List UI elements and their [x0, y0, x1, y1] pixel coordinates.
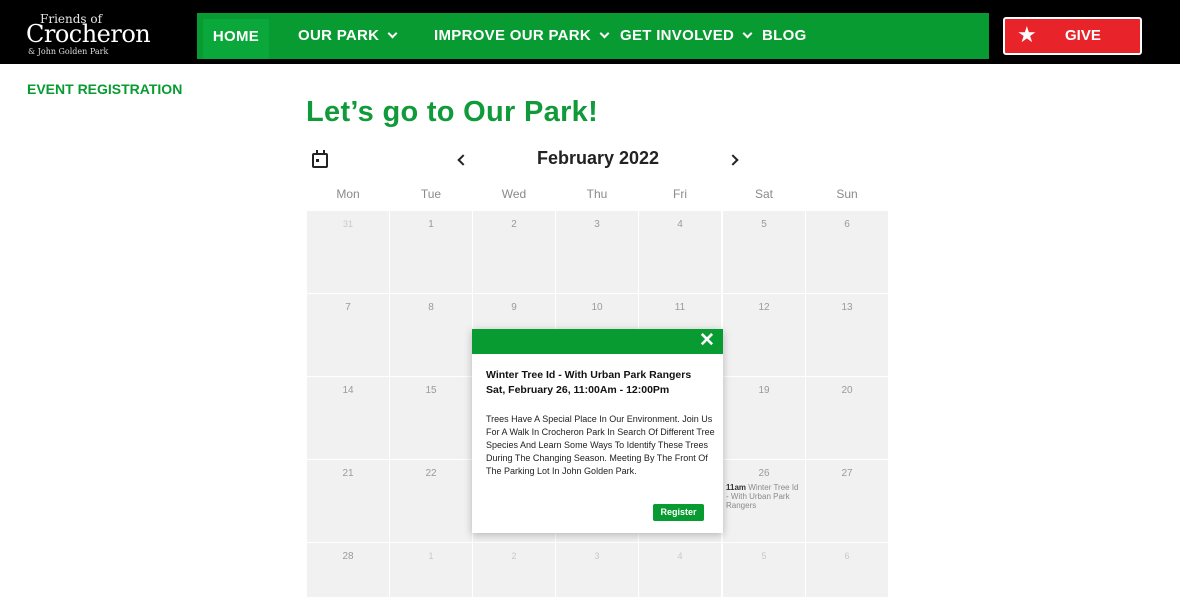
calendar-day-cell[interactable]: 1 — [390, 543, 472, 597]
nav-improve-our-park[interactable]: IMPROVE OUR PARK — [434, 13, 610, 59]
day-number: 11 — [674, 302, 686, 313]
weekday-header: Sun — [836, 187, 858, 201]
calendar-day-cell[interactable]: 14 — [307, 377, 389, 459]
close-icon[interactable]: ✕ — [697, 330, 717, 352]
weekday-header: Thu — [586, 187, 608, 201]
calendar-day-cell[interactable]: 3 — [556, 211, 638, 293]
calendar-day-cell[interactable]: 1 — [390, 211, 472, 293]
chevron-down-icon — [742, 28, 753, 39]
day-number: 3 — [594, 551, 600, 561]
day-number: 2 — [511, 551, 517, 561]
nav-blog-label: BLOG — [762, 27, 807, 44]
calendar-day-cell[interactable]: 2 — [473, 211, 555, 293]
site-logo[interactable]: Friends of Crocheron & John Golden Park — [26, 10, 151, 58]
day-number: 4 — [677, 219, 683, 230]
calendar-day-cell[interactable]: 4 — [639, 211, 721, 293]
day-number: 20 — [841, 385, 853, 396]
calendar-icon[interactable] — [312, 150, 328, 168]
nav-home-label: HOME — [212, 28, 260, 45]
day-number: 26 — [758, 468, 770, 479]
main-nav: HOME OUR PARK IMPROVE OUR PARK GET INVOL… — [197, 13, 989, 59]
calendar-day-cell[interactable]: 15 — [390, 377, 472, 459]
chevron-right-icon[interactable] — [727, 153, 742, 167]
event-time: 11am — [726, 483, 747, 492]
nav-get-involved[interactable]: GET INVOLVED — [620, 13, 753, 59]
chevron-down-icon — [387, 28, 398, 39]
day-number: 8 — [428, 302, 434, 313]
day-number: 1 — [428, 219, 434, 230]
calendar-day-cell[interactable]: 4 — [639, 543, 721, 597]
day-number: 27 — [841, 468, 853, 479]
calendar-day-cell[interactable]: 6 — [806, 543, 888, 597]
day-number: 4 — [677, 551, 683, 561]
day-number: 3 — [594, 219, 600, 230]
nav-blog[interactable]: BLOG — [762, 13, 807, 59]
day-number: 7 — [345, 302, 351, 313]
calendar-day-cell[interactable]: 21 — [307, 460, 389, 542]
calendar-day-cell[interactable]: 26 11am Winter Tree Id - With Urban Park … — [723, 460, 805, 542]
day-number: 6 — [844, 551, 850, 561]
calendar-day-cell[interactable]: 22 — [390, 460, 472, 542]
calendar-day-cell[interactable]: 7 — [307, 294, 389, 376]
day-number: 13 — [841, 302, 853, 313]
star-icon: ★ — [1017, 23, 1037, 48]
weekday-header: Tue — [420, 187, 442, 201]
weekday-header: Fri — [673, 187, 687, 201]
chevron-down-icon — [599, 28, 610, 39]
weekday-header: Sat — [754, 187, 773, 201]
calendar-day-cell[interactable]: 12 — [723, 294, 805, 376]
logo-line-2: Crocheron — [26, 20, 151, 48]
calendar-day-cell[interactable]: 27 — [806, 460, 888, 542]
day-number: 10 — [591, 302, 603, 313]
calendar-day-cell[interactable]: 19 — [723, 377, 805, 459]
calendar-day-cell[interactable]: 31 — [307, 211, 389, 293]
day-number: 19 — [758, 385, 770, 396]
event-popup: ✕ Winter Tree Id - With Urban Park Range… — [472, 329, 723, 533]
nav-our-park-label: OUR PARK — [298, 27, 380, 44]
event-registration-link[interactable]: EVENT REGISTRATION — [27, 81, 182, 97]
calendar-event-entry[interactable]: 11am Winter Tree Id - With Urban Park Ra… — [726, 483, 800, 510]
nav-improve-label: IMPROVE OUR PARK — [434, 27, 592, 44]
popup-event-date: Sat, February 26, 11:00Am - 12:00Pm — [486, 384, 670, 396]
month-label: February 2022 — [536, 148, 660, 168]
weekday-header: Mon — [336, 187, 360, 201]
popup-header-bar — [472, 329, 723, 354]
day-number: 5 — [761, 551, 767, 561]
day-number: 15 — [425, 385, 437, 396]
day-number: 6 — [844, 219, 850, 230]
calendar-day-cell[interactable]: 8 — [390, 294, 472, 376]
day-number: 1 — [428, 551, 434, 561]
day-number: 12 — [758, 302, 770, 313]
nav-our-park[interactable]: OUR PARK — [298, 13, 398, 59]
calendar-day-cell[interactable]: 20 — [806, 377, 888, 459]
nav-get-involved-label: GET INVOLVED — [620, 27, 735, 44]
calendar-day-cell[interactable]: 28 — [307, 543, 389, 597]
calendar-day-cell[interactable]: 5 — [723, 211, 805, 293]
popup-event-description: Trees Have A Special Place In Our Enviro… — [486, 414, 715, 476]
register-button[interactable]: Register — [653, 504, 704, 521]
calendar-day-cell[interactable]: 5 — [723, 543, 805, 597]
calendar-day-cell[interactable]: 13 — [806, 294, 888, 376]
weekday-header: Wed — [501, 187, 527, 201]
nav-home[interactable]: HOME — [203, 19, 269, 59]
day-number: 28 — [342, 551, 354, 562]
day-number: 2 — [511, 219, 517, 230]
give-button[interactable]: ★ GIVE — [1003, 17, 1142, 55]
chevron-left-icon[interactable] — [455, 153, 469, 167]
popup-event-title: Winter Tree Id - With Urban Park Rangers — [486, 369, 692, 381]
day-number: 31 — [342, 219, 353, 229]
calendar-day-cell[interactable]: 2 — [473, 543, 555, 597]
calendar-day-cell[interactable]: 6 — [806, 211, 888, 293]
day-number: 5 — [761, 219, 767, 230]
site-header: Friends of Crocheron & John Golden Park … — [0, 0, 1180, 64]
day-number: 14 — [342, 385, 354, 396]
day-number: 21 — [342, 468, 354, 479]
give-label: GIVE — [1065, 27, 1101, 44]
day-number: 22 — [425, 468, 437, 479]
page-title: Let’s go to Our Park! — [306, 96, 599, 128]
calendar-day-cell[interactable]: 3 — [556, 543, 638, 597]
day-number: 9 — [511, 302, 517, 313]
logo-line-3: & John Golden Park — [28, 47, 109, 56]
